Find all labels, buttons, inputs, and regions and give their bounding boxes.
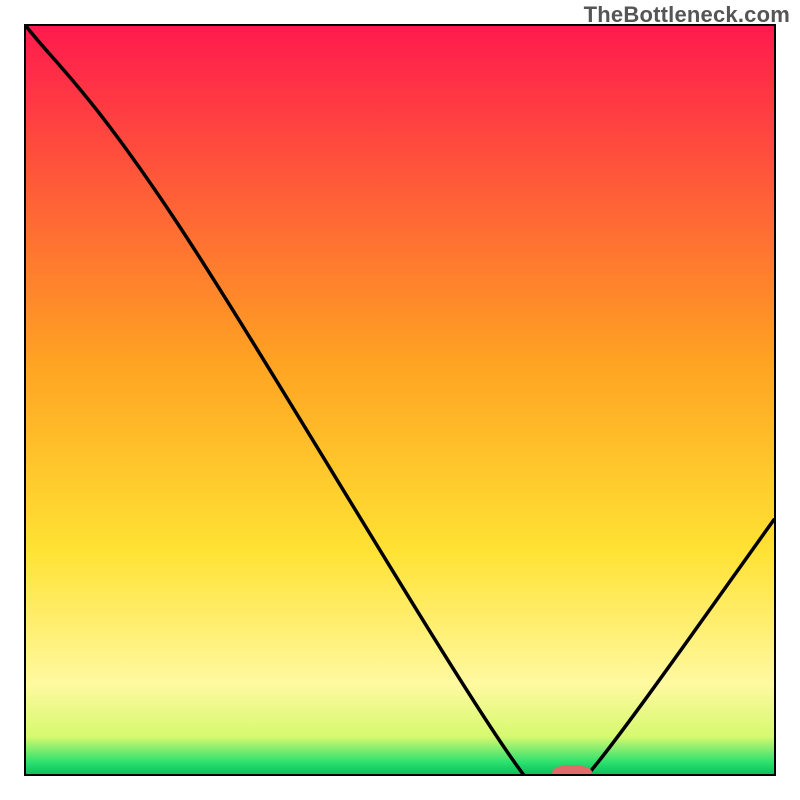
bottleneck-chart [0, 0, 800, 800]
chart-frame: TheBottleneck.com [0, 0, 800, 800]
gradient-background [26, 26, 774, 774]
watermark-text: TheBottleneck.com [584, 2, 790, 28]
minimum-marker [552, 765, 592, 779]
